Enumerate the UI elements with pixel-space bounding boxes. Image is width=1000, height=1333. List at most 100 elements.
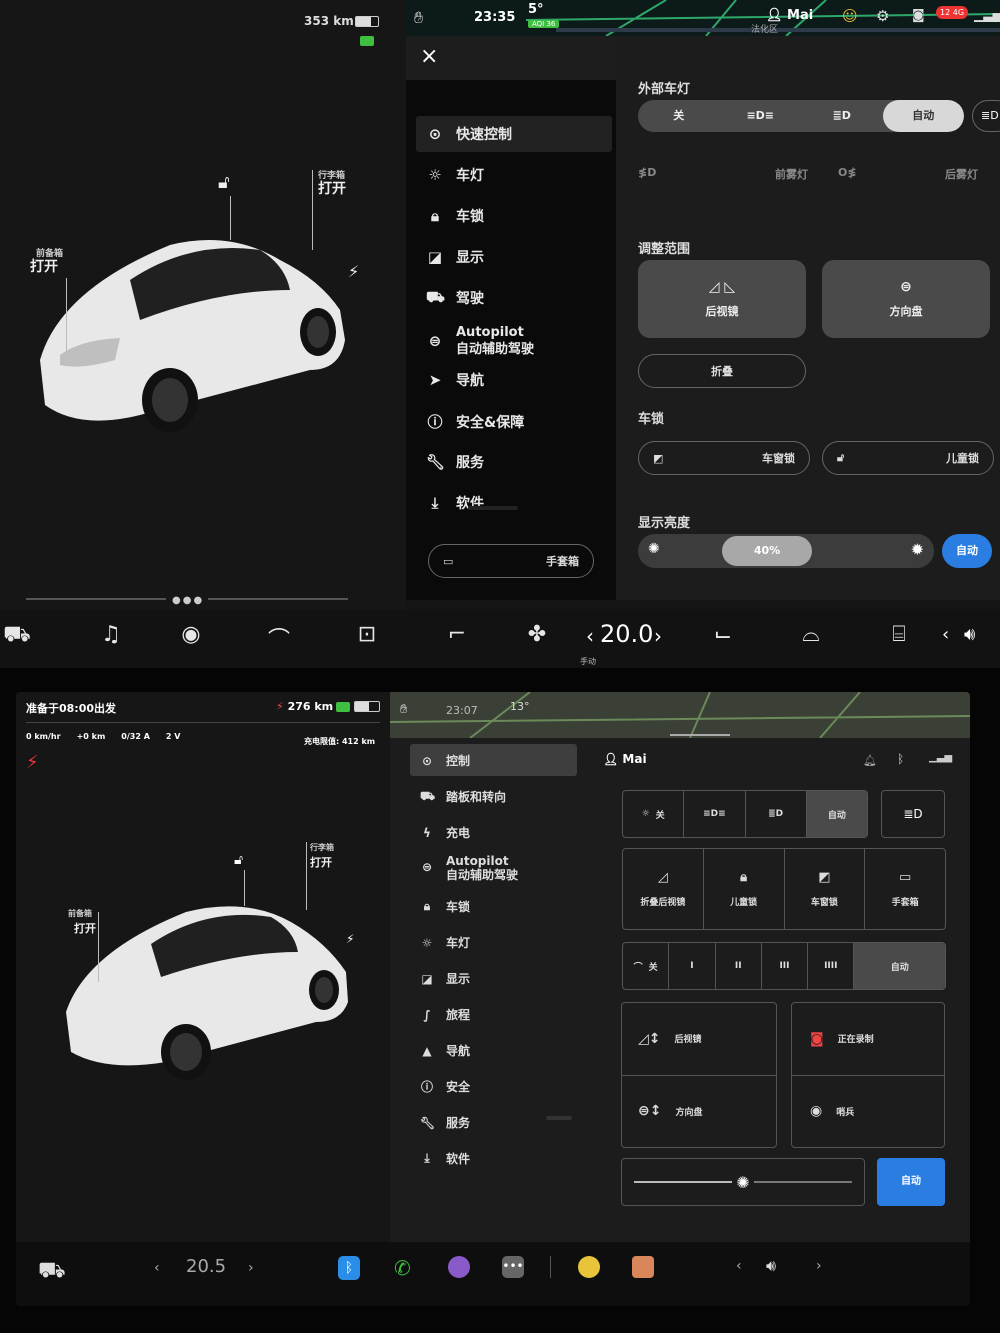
child-lock-button[interactable]: 🔒︎ 儿童锁 xyxy=(704,849,785,929)
wiper-auto-option[interactable]: 自动 xyxy=(854,943,945,989)
phone-icon[interactable]: ✆ xyxy=(394,1256,411,1280)
temp-increase-icon[interactable]: › xyxy=(248,1260,254,1276)
toybox-icon[interactable] xyxy=(578,1256,600,1278)
easter-egg-icon[interactable]: ☺ xyxy=(842,7,858,25)
app-launcher-icon[interactable]: ⊡ xyxy=(350,622,384,647)
volume-icon[interactable]: 🔊︎ xyxy=(766,1256,776,1276)
menu-item-charging[interactable]: ϟ 充电 xyxy=(420,824,470,841)
lights-selector[interactable]: ☼ 关 ≡D≡ ≣D 自动 xyxy=(622,790,868,838)
brightness-slider[interactable]: ✺ 40% ✹ xyxy=(638,534,934,568)
menu-item-service[interactable]: 🔧︎ 服务 xyxy=(420,1114,470,1131)
temp-decrease-icon[interactable]: ‹ xyxy=(586,624,594,648)
weather-temp[interactable]: 13° xyxy=(510,700,530,713)
hand-icon[interactable]: ✋︎ xyxy=(400,702,407,717)
menu-item-locks[interactable]: 🔒︎ 车锁 xyxy=(426,206,484,226)
steering-adjust-button[interactable]: ⊜ 方向盘 xyxy=(822,260,990,338)
steering-adjust-button[interactable]: ⊜↕ 方向盘 xyxy=(622,1076,776,1148)
profile-button[interactable]: 👤︎ Mai xyxy=(766,8,813,23)
fold-mirrors-button[interactable]: ◿ 折叠后视镜 xyxy=(623,849,704,929)
wiper-selector[interactable]: ⌒ 关 I II III IIII 自动 xyxy=(622,942,946,990)
menu-item-software[interactable]: ⤓ 软件 xyxy=(420,1150,470,1167)
menu-item-software[interactable]: ⤓ 软件 xyxy=(426,493,484,513)
menu-item-driving[interactable]: ⛟ 驾驶 xyxy=(426,288,484,308)
camera-icon[interactable]: ◉ xyxy=(174,622,208,647)
menu-item-quick-controls[interactable]: ⊙ 快速控制 xyxy=(426,124,512,144)
headlights-option[interactable]: ≣D xyxy=(746,791,807,837)
menu-item-lights[interactable]: ☼ 车灯 xyxy=(426,165,484,185)
calendar-icon[interactable] xyxy=(632,1256,654,1278)
dashcam-button[interactable]: ◙ 正在录制 xyxy=(792,1003,944,1076)
menu-item-locks[interactable]: 🔒︎ 车锁 xyxy=(420,898,470,915)
map-strip[interactable]: ✋︎ 23:07 13° xyxy=(390,692,970,738)
brightness-slider[interactable]: ✺ xyxy=(621,1158,865,1206)
unlock-icon[interactable]: 🔓︎ xyxy=(218,172,230,193)
rear-fog-button[interactable]: O≸ 后雾灯 xyxy=(838,166,978,182)
frunk-open-button[interactable]: 打开 xyxy=(74,920,96,936)
exterior-lights-selector[interactable]: 关 ≡D≡ ≣D 自动 xyxy=(638,100,964,132)
hand-icon[interactable]: ✋︎ xyxy=(414,8,423,28)
bluetooth-icon[interactable]: ᛒ xyxy=(897,752,904,766)
menu-item-controls[interactable]: ⊙ 控制 xyxy=(420,752,470,769)
wiper-icon[interactable]: ⌒ xyxy=(262,622,296,654)
menu-item-trips[interactable]: ∫ 旅程 xyxy=(420,1006,470,1023)
close-icon[interactable]: × xyxy=(420,44,438,69)
volume-decrease-icon[interactable]: ‹ xyxy=(736,1258,742,1274)
unlock-icon[interactable]: 🔓︎ xyxy=(234,852,243,868)
high-beam-button[interactable]: ≣D xyxy=(881,790,945,838)
mirror-adjust-button[interactable]: ◿↕ 后视镜 xyxy=(622,1003,776,1076)
headlights-option[interactable]: ≣D xyxy=(801,100,883,132)
glovebox-button[interactable]: ▭ 手套箱 xyxy=(865,849,945,929)
glovebox-button[interactable]: ▭ 手套箱 xyxy=(428,544,594,578)
menu-item-lights[interactable]: ☼ 车灯 xyxy=(420,934,470,951)
wiper-speed-3[interactable]: III xyxy=(762,943,809,989)
bell-icon[interactable]: 🔔︎ xyxy=(863,754,877,767)
trunk-open-button[interactable]: 打开 xyxy=(310,854,332,870)
temp-decrease-icon[interactable]: ‹ xyxy=(154,1260,160,1276)
profile-button[interactable]: 👤︎ Mai xyxy=(603,752,647,766)
menu-item-navigation[interactable]: ▲ 导航 xyxy=(420,1042,470,1059)
menu-item-safety[interactable]: ⓘ 安全 xyxy=(420,1078,470,1095)
high-beam-button[interactable]: ≣D xyxy=(972,100,1000,132)
gear-icon[interactable]: ⚙ xyxy=(876,7,889,25)
weather-temp[interactable]: 5° xyxy=(528,2,544,17)
lights-off-option[interactable]: ☼ 关 xyxy=(623,791,685,837)
volume-icon[interactable]: 🔊︎ xyxy=(964,624,975,645)
lights-off-option[interactable]: 关 xyxy=(638,100,720,132)
seat-heater-right-icon[interactable]: ⌙ xyxy=(706,622,740,647)
rear-defrost-icon[interactable]: ⌓ xyxy=(794,622,828,647)
menu-item-safety[interactable]: ⓘ 安全&保障 xyxy=(426,411,524,432)
frunk-open-button[interactable]: 打开 xyxy=(30,256,58,276)
music-icon[interactable]: ♫ xyxy=(94,622,128,647)
car-illustration[interactable] xyxy=(20,220,370,450)
front-fog-button[interactable]: ≸D 前雾灯 xyxy=(638,166,808,182)
menu-item-service[interactable]: 🔧︎ 服务 xyxy=(426,452,484,472)
menu-item-navigation[interactable]: ➤ 导航 xyxy=(426,370,484,390)
menu-item-pedals[interactable]: ⛟ 踏板和转向 xyxy=(420,788,506,805)
fold-mirrors-button[interactable]: 折叠 xyxy=(638,354,806,388)
trunk-open-button[interactable]: 打开 xyxy=(318,178,346,198)
wiper-speed-1[interactable]: I xyxy=(669,943,716,989)
parking-lights-option[interactable]: ≡D≡ xyxy=(684,791,746,837)
map-strip[interactable]: ✋︎ 23:35 5° AQI 36 👤︎ Mai 法化区 ☺ ⚙ ◙ 12 4… xyxy=(406,0,1000,36)
brightness-thumb[interactable]: 40% xyxy=(722,536,812,566)
fan-icon[interactable]: ✤ xyxy=(520,622,554,647)
lights-auto-option[interactable]: 自动 xyxy=(806,791,867,837)
brightness-auto-button[interactable]: 自动 xyxy=(877,1158,945,1206)
page-dots[interactable]: ●●● xyxy=(172,595,204,606)
charge-port-icon[interactable]: ⚡︎ xyxy=(348,262,359,281)
menu-item-display[interactable]: ◪ 显示 xyxy=(420,970,470,987)
menu-item-autopilot[interactable]: ⊜ Autopilot 自动辅助驾驶 xyxy=(420,854,518,882)
car-icon[interactable]: ⛟ xyxy=(38,1258,66,1286)
wiper-speed-2[interactable]: II xyxy=(716,943,762,989)
front-defrost-icon[interactable]: ⌸ xyxy=(882,622,916,647)
mirror-adjust-button[interactable]: ◿ ◺ 后视镜 xyxy=(638,260,806,338)
volume-decrease-icon[interactable]: ‹ xyxy=(942,624,949,645)
child-lock-button[interactable]: 🔓︎ 儿童锁 xyxy=(822,441,994,475)
menu-item-display[interactable]: ◪ 显示 xyxy=(426,247,484,267)
drawer-handle[interactable] xyxy=(670,734,730,736)
wiper-speed-4[interactable]: IIII xyxy=(808,943,855,989)
lights-auto-option[interactable]: 自动 xyxy=(882,100,964,132)
car-icon[interactable]: ⛟ xyxy=(0,622,34,650)
car-illustration[interactable] xyxy=(56,892,376,1092)
window-lock-button[interactable]: ◩ 车窗锁 xyxy=(638,441,810,475)
